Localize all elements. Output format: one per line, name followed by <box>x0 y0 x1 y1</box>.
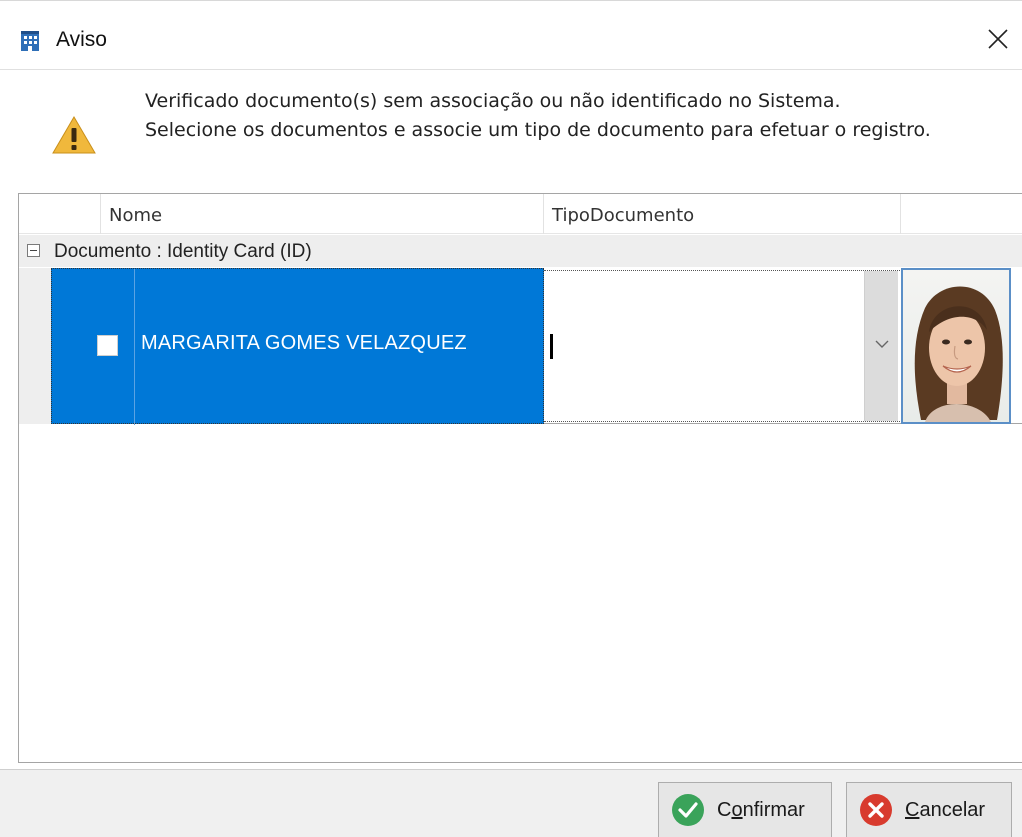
dropdown-button[interactable] <box>864 271 898 421</box>
message-line-1: Verificado documento(s) sem associação o… <box>145 90 841 112</box>
title-separator <box>0 69 1022 70</box>
cancel-label: Cancelar <box>905 798 986 821</box>
group-label: Documento : Identity Card (ID) <box>54 241 312 262</box>
person-photo <box>903 270 1009 422</box>
window-title: Aviso <box>56 28 107 51</box>
dialog-window: Aviso Verificado documento(s) sem associ… <box>0 0 1022 837</box>
header-cell-nome[interactable]: Nome <box>101 194 544 234</box>
tipo-documento-combobox[interactable] <box>544 270 900 422</box>
warning-message: Verificado documento(s) sem associação o… <box>145 87 931 145</box>
close-icon <box>988 29 1008 49</box>
building-icon <box>20 29 40 53</box>
documents-grid: Nome TipoDocumento Documento : Identity … <box>18 193 1022 763</box>
confirm-button[interactable]: Confirmar <box>658 782 832 837</box>
footer-bar: Confirmar Cancelar <box>0 769 1022 837</box>
warning-icon <box>51 115 97 155</box>
header-cell-tipo-documento[interactable]: TipoDocumento <box>544 194 901 234</box>
confirm-label: Confirmar <box>717 798 805 821</box>
row-checkbox[interactable] <box>97 335 118 356</box>
text-caret <box>550 334 553 359</box>
collapse-toggle-icon[interactable] <box>27 244 40 257</box>
table-row[interactable]: MARGARITA GOMES VELAZQUEZ <box>19 268 1022 425</box>
cancel-button[interactable]: Cancelar <box>846 782 1012 837</box>
selected-cells[interactable]: MARGARITA GOMES VELAZQUEZ <box>51 268 544 425</box>
photo-cell[interactable] <box>901 268 1011 424</box>
message-line-2: Selecione os documentos e associe um tip… <box>145 119 931 141</box>
chevron-down-icon <box>875 340 889 348</box>
grid-header: Nome TipoDocumento <box>19 194 1022 234</box>
row-name-cell[interactable]: MARGARITA GOMES VELAZQUEZ <box>141 332 467 355</box>
header-cell-photo[interactable] <box>901 194 1022 234</box>
check-circle-icon <box>672 794 704 826</box>
x-circle-icon <box>860 794 892 826</box>
row-indent <box>19 268 51 424</box>
header-cell-select <box>19 194 101 234</box>
cell-divider <box>134 269 135 425</box>
title-bar: Aviso <box>0 15 1022 69</box>
close-button[interactable] <box>978 19 1018 59</box>
group-row[interactable]: Documento : Identity Card (ID) <box>19 235 1022 267</box>
